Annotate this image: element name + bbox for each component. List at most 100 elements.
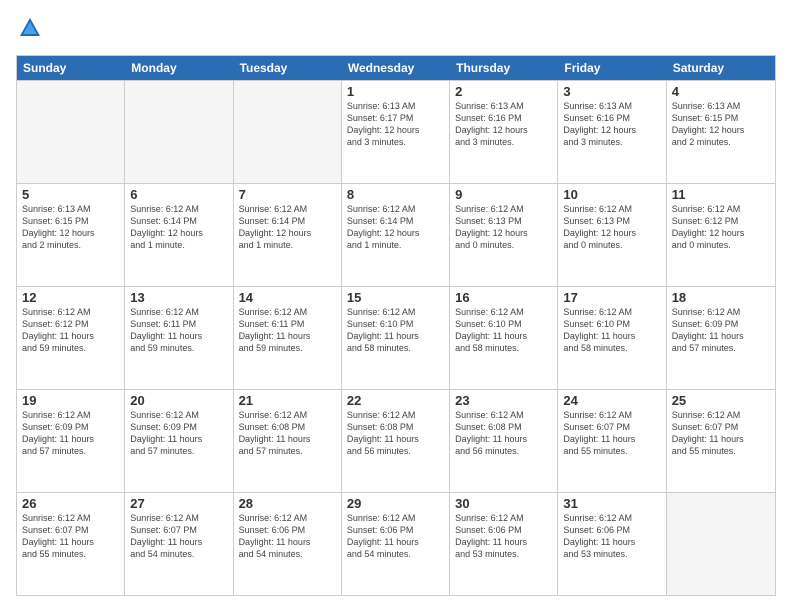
cell-info: Sunrise: 6:12 AM Sunset: 6:08 PM Dayligh… xyxy=(239,409,336,458)
calendar-cell: 10Sunrise: 6:12 AM Sunset: 6:13 PM Dayli… xyxy=(558,184,666,286)
calendar-cell: 23Sunrise: 6:12 AM Sunset: 6:08 PM Dayli… xyxy=(450,390,558,492)
cell-info: Sunrise: 6:12 AM Sunset: 6:07 PM Dayligh… xyxy=(22,512,119,561)
cell-day-number: 7 xyxy=(239,187,336,202)
cell-info: Sunrise: 6:12 AM Sunset: 6:13 PM Dayligh… xyxy=(455,203,552,252)
calendar-cell: 24Sunrise: 6:12 AM Sunset: 6:07 PM Dayli… xyxy=(558,390,666,492)
cell-info: Sunrise: 6:12 AM Sunset: 6:10 PM Dayligh… xyxy=(455,306,552,355)
cell-day-number: 14 xyxy=(239,290,336,305)
calendar-cell: 20Sunrise: 6:12 AM Sunset: 6:09 PM Dayli… xyxy=(125,390,233,492)
cell-day-number: 20 xyxy=(130,393,227,408)
header-day-saturday: Saturday xyxy=(667,56,775,80)
header xyxy=(16,16,776,45)
header-day-monday: Monday xyxy=(125,56,233,80)
cell-info: Sunrise: 6:12 AM Sunset: 6:12 PM Dayligh… xyxy=(22,306,119,355)
header-day-friday: Friday xyxy=(558,56,666,80)
cell-info: Sunrise: 6:12 AM Sunset: 6:10 PM Dayligh… xyxy=(563,306,660,355)
cell-info: Sunrise: 6:13 AM Sunset: 6:15 PM Dayligh… xyxy=(672,100,770,149)
header-day-wednesday: Wednesday xyxy=(342,56,450,80)
calendar-cell: 2Sunrise: 6:13 AM Sunset: 6:16 PM Daylig… xyxy=(450,81,558,183)
calendar-cell: 31Sunrise: 6:12 AM Sunset: 6:06 PM Dayli… xyxy=(558,493,666,595)
calendar-row-4: 19Sunrise: 6:12 AM Sunset: 6:09 PM Dayli… xyxy=(17,389,775,492)
calendar-cell: 18Sunrise: 6:12 AM Sunset: 6:09 PM Dayli… xyxy=(667,287,775,389)
calendar-cell: 8Sunrise: 6:12 AM Sunset: 6:14 PM Daylig… xyxy=(342,184,450,286)
page: SundayMondayTuesdayWednesdayThursdayFrid… xyxy=(0,0,792,612)
cell-info: Sunrise: 6:12 AM Sunset: 6:13 PM Dayligh… xyxy=(563,203,660,252)
cell-info: Sunrise: 6:12 AM Sunset: 6:09 PM Dayligh… xyxy=(130,409,227,458)
calendar-cell: 25Sunrise: 6:12 AM Sunset: 6:07 PM Dayli… xyxy=(667,390,775,492)
cell-day-number: 11 xyxy=(672,187,770,202)
calendar-cell: 1Sunrise: 6:13 AM Sunset: 6:17 PM Daylig… xyxy=(342,81,450,183)
logo-icon xyxy=(18,16,42,40)
cell-info: Sunrise: 6:12 AM Sunset: 6:14 PM Dayligh… xyxy=(239,203,336,252)
cell-info: Sunrise: 6:12 AM Sunset: 6:06 PM Dayligh… xyxy=(455,512,552,561)
cell-info: Sunrise: 6:12 AM Sunset: 6:10 PM Dayligh… xyxy=(347,306,444,355)
cell-info: Sunrise: 6:12 AM Sunset: 6:07 PM Dayligh… xyxy=(672,409,770,458)
cell-info: Sunrise: 6:12 AM Sunset: 6:12 PM Dayligh… xyxy=(672,203,770,252)
calendar-cell: 21Sunrise: 6:12 AM Sunset: 6:08 PM Dayli… xyxy=(234,390,342,492)
cell-info: Sunrise: 6:12 AM Sunset: 6:09 PM Dayligh… xyxy=(22,409,119,458)
cell-info: Sunrise: 6:12 AM Sunset: 6:07 PM Dayligh… xyxy=(130,512,227,561)
calendar-cell: 9Sunrise: 6:12 AM Sunset: 6:13 PM Daylig… xyxy=(450,184,558,286)
header-day-sunday: Sunday xyxy=(17,56,125,80)
calendar-cell xyxy=(234,81,342,183)
calendar-cell: 12Sunrise: 6:12 AM Sunset: 6:12 PM Dayli… xyxy=(17,287,125,389)
calendar-row-3: 12Sunrise: 6:12 AM Sunset: 6:12 PM Dayli… xyxy=(17,286,775,389)
calendar-cell: 13Sunrise: 6:12 AM Sunset: 6:11 PM Dayli… xyxy=(125,287,233,389)
cell-day-number: 9 xyxy=(455,187,552,202)
calendar: SundayMondayTuesdayWednesdayThursdayFrid… xyxy=(16,55,776,596)
calendar-cell: 6Sunrise: 6:12 AM Sunset: 6:14 PM Daylig… xyxy=(125,184,233,286)
cell-day-number: 17 xyxy=(563,290,660,305)
calendar-cell: 26Sunrise: 6:12 AM Sunset: 6:07 PM Dayli… xyxy=(17,493,125,595)
cell-day-number: 1 xyxy=(347,84,444,99)
cell-info: Sunrise: 6:12 AM Sunset: 6:09 PM Dayligh… xyxy=(672,306,770,355)
cell-day-number: 29 xyxy=(347,496,444,511)
calendar-cell: 5Sunrise: 6:13 AM Sunset: 6:15 PM Daylig… xyxy=(17,184,125,286)
logo xyxy=(16,16,42,45)
header-day-tuesday: Tuesday xyxy=(234,56,342,80)
cell-info: Sunrise: 6:12 AM Sunset: 6:14 PM Dayligh… xyxy=(130,203,227,252)
calendar-cell: 11Sunrise: 6:12 AM Sunset: 6:12 PM Dayli… xyxy=(667,184,775,286)
calendar-row-2: 5Sunrise: 6:13 AM Sunset: 6:15 PM Daylig… xyxy=(17,183,775,286)
calendar-cell: 19Sunrise: 6:12 AM Sunset: 6:09 PM Dayli… xyxy=(17,390,125,492)
cell-info: Sunrise: 6:12 AM Sunset: 6:06 PM Dayligh… xyxy=(239,512,336,561)
cell-day-number: 19 xyxy=(22,393,119,408)
cell-info: Sunrise: 6:13 AM Sunset: 6:16 PM Dayligh… xyxy=(563,100,660,149)
cell-info: Sunrise: 6:12 AM Sunset: 6:06 PM Dayligh… xyxy=(347,512,444,561)
cell-day-number: 16 xyxy=(455,290,552,305)
cell-day-number: 22 xyxy=(347,393,444,408)
calendar-cell: 3Sunrise: 6:13 AM Sunset: 6:16 PM Daylig… xyxy=(558,81,666,183)
calendar-cell: 30Sunrise: 6:12 AM Sunset: 6:06 PM Dayli… xyxy=(450,493,558,595)
cell-info: Sunrise: 6:12 AM Sunset: 6:06 PM Dayligh… xyxy=(563,512,660,561)
calendar-cell: 16Sunrise: 6:12 AM Sunset: 6:10 PM Dayli… xyxy=(450,287,558,389)
cell-day-number: 3 xyxy=(563,84,660,99)
cell-info: Sunrise: 6:12 AM Sunset: 6:14 PM Dayligh… xyxy=(347,203,444,252)
cell-info: Sunrise: 6:12 AM Sunset: 6:07 PM Dayligh… xyxy=(563,409,660,458)
calendar-cell xyxy=(667,493,775,595)
calendar-cell: 17Sunrise: 6:12 AM Sunset: 6:10 PM Dayli… xyxy=(558,287,666,389)
calendar-body: 1Sunrise: 6:13 AM Sunset: 6:17 PM Daylig… xyxy=(17,80,775,595)
cell-day-number: 12 xyxy=(22,290,119,305)
cell-day-number: 5 xyxy=(22,187,119,202)
calendar-cell: 4Sunrise: 6:13 AM Sunset: 6:15 PM Daylig… xyxy=(667,81,775,183)
cell-day-number: 30 xyxy=(455,496,552,511)
cell-info: Sunrise: 6:13 AM Sunset: 6:16 PM Dayligh… xyxy=(455,100,552,149)
calendar-cell xyxy=(17,81,125,183)
calendar-cell: 14Sunrise: 6:12 AM Sunset: 6:11 PM Dayli… xyxy=(234,287,342,389)
calendar-cell: 15Sunrise: 6:12 AM Sunset: 6:10 PM Dayli… xyxy=(342,287,450,389)
cell-day-number: 15 xyxy=(347,290,444,305)
calendar-header: SundayMondayTuesdayWednesdayThursdayFrid… xyxy=(17,56,775,80)
cell-day-number: 24 xyxy=(563,393,660,408)
cell-day-number: 21 xyxy=(239,393,336,408)
header-day-thursday: Thursday xyxy=(450,56,558,80)
cell-day-number: 28 xyxy=(239,496,336,511)
cell-day-number: 4 xyxy=(672,84,770,99)
calendar-cell xyxy=(125,81,233,183)
calendar-cell: 7Sunrise: 6:12 AM Sunset: 6:14 PM Daylig… xyxy=(234,184,342,286)
calendar-row-5: 26Sunrise: 6:12 AM Sunset: 6:07 PM Dayli… xyxy=(17,492,775,595)
cell-day-number: 2 xyxy=(455,84,552,99)
cell-day-number: 31 xyxy=(563,496,660,511)
calendar-cell: 29Sunrise: 6:12 AM Sunset: 6:06 PM Dayli… xyxy=(342,493,450,595)
cell-day-number: 8 xyxy=(347,187,444,202)
calendar-cell: 27Sunrise: 6:12 AM Sunset: 6:07 PM Dayli… xyxy=(125,493,233,595)
cell-day-number: 18 xyxy=(672,290,770,305)
